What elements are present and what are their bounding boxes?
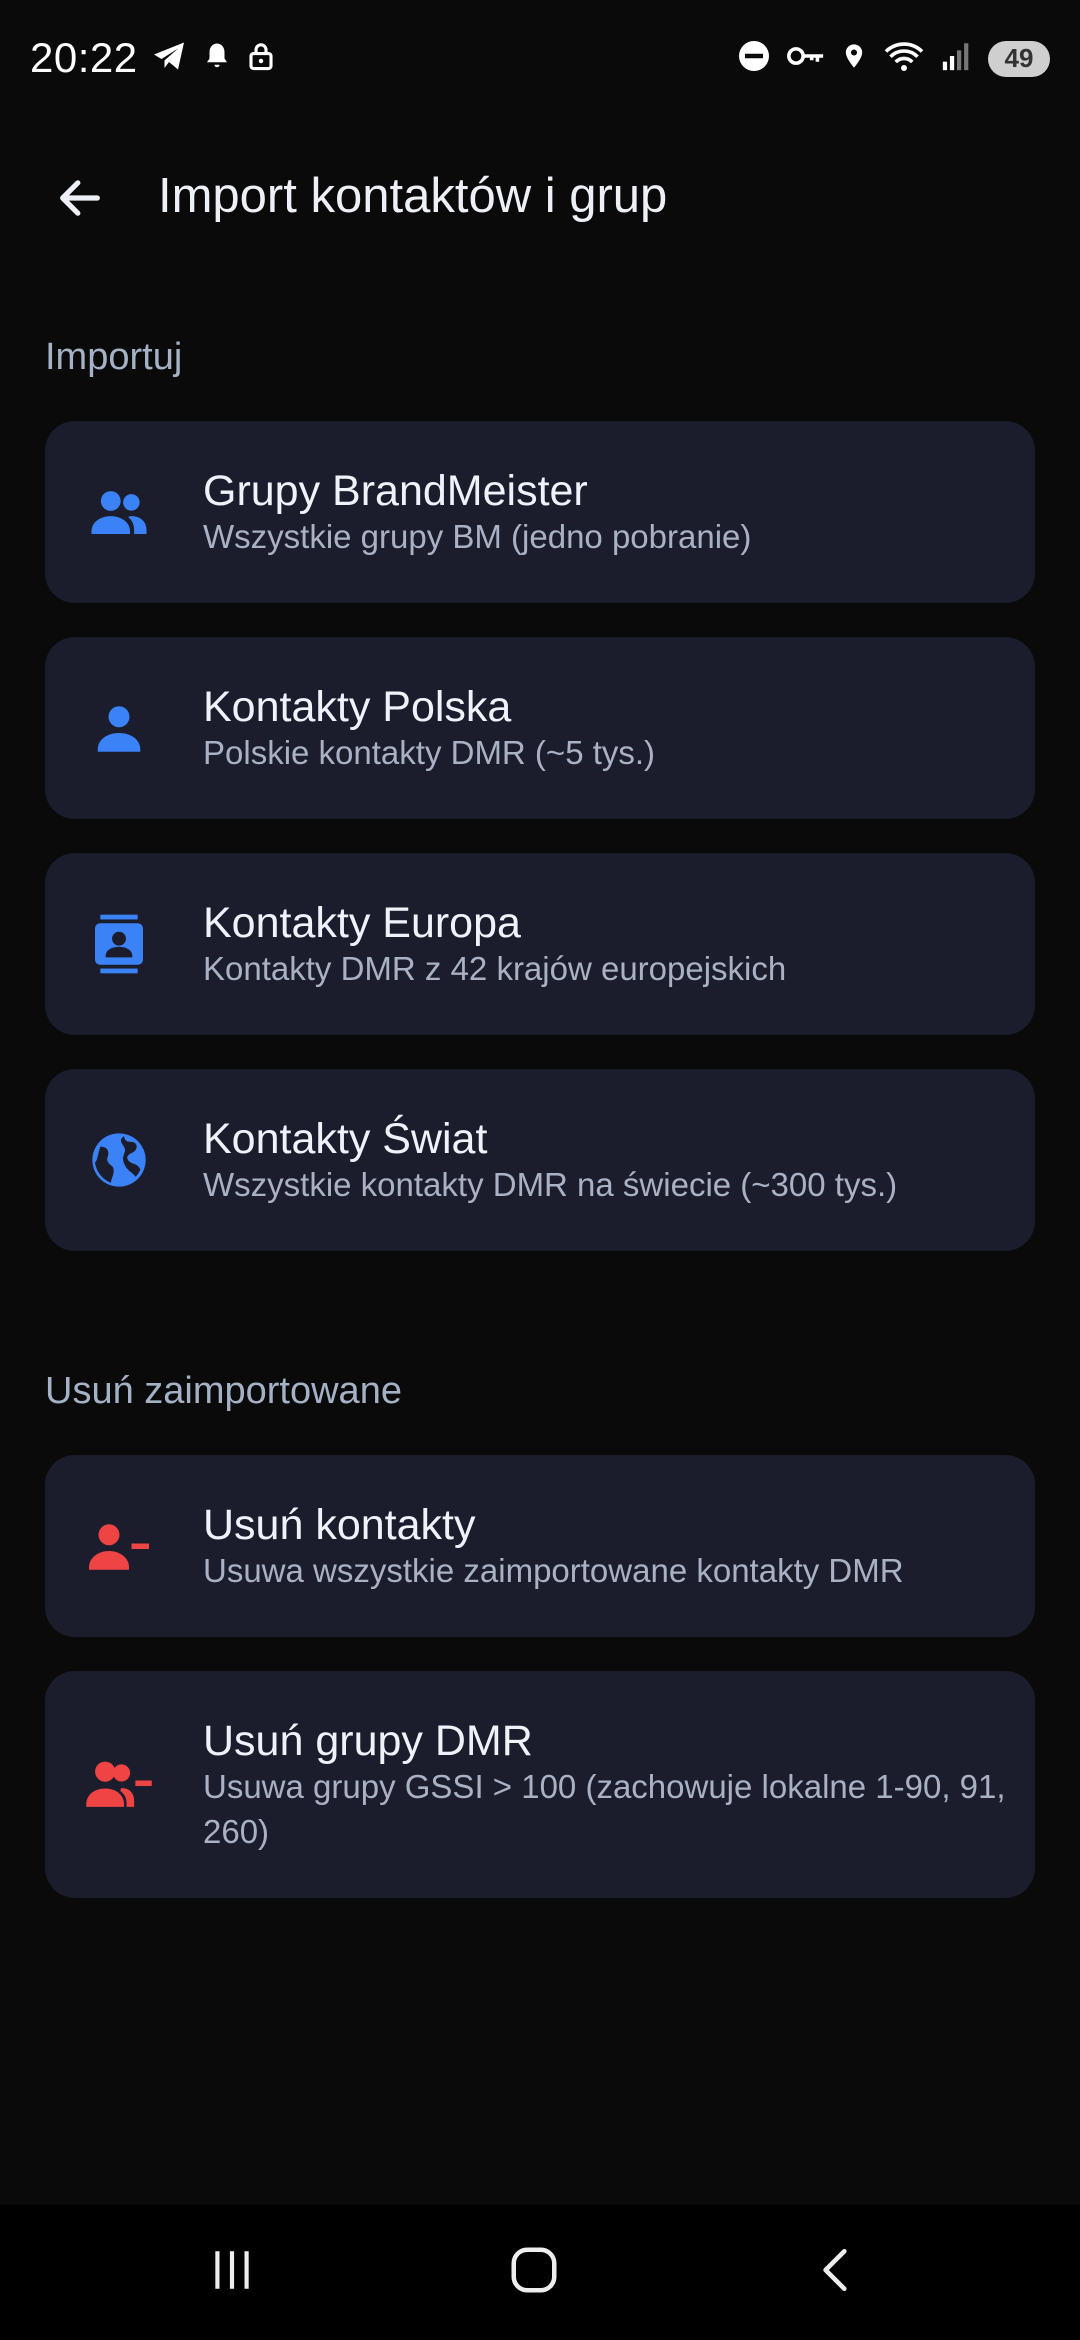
status-left-icons — [150, 38, 276, 79]
notification-bell-icon — [202, 38, 232, 79]
page-title: Import kontaktów i grup — [158, 169, 668, 223]
remove-dmr-groups-card[interactable]: Usuń grupy DMR Usuwa grupy GSSI > 100 (z… — [45, 1671, 1035, 1898]
import-contacts-europe-card[interactable]: Kontakty Europa Kontakty DMR z 42 krajów… — [45, 853, 1035, 1035]
card-subtitle: Wszystkie kontakty DMR na świecie (~300 … — [203, 1166, 898, 1203]
back-icon — [811, 2243, 861, 2302]
group-remove-icon — [85, 1749, 153, 1817]
remove-contacts-card[interactable]: Usuń kontakty Usuwa wszystkie zaimportow… — [45, 1455, 1035, 1637]
system-navigation-bar — [0, 2205, 1080, 2340]
card-title: Usuń kontakty — [203, 1501, 476, 1549]
person-remove-icon — [85, 1512, 153, 1580]
wifi-icon — [882, 38, 926, 79]
import-brandmeister-groups-card[interactable]: Grupy BrandMeister Wszystkie grupy BM (j… — [45, 421, 1035, 603]
contacts-card-icon — [85, 910, 153, 978]
card-subtitle: Wszystkie grupy BM (jedno pobranie) — [203, 518, 752, 555]
card-title: Grupy BrandMeister — [203, 467, 588, 515]
card-subtitle: Kontakty DMR z 42 krajów europejskich — [203, 950, 787, 987]
group-icon — [85, 478, 153, 546]
section-title-remove: Usuń zaimportowane — [45, 1370, 402, 1412]
status-time: 20:22 — [30, 34, 138, 81]
home-icon — [507, 2243, 561, 2302]
location-icon — [840, 38, 868, 79]
telegram-icon — [150, 38, 188, 79]
recent-apps-icon — [207, 2245, 257, 2300]
card-title: Kontakty Europa — [203, 899, 521, 947]
card-subtitle: Usuwa grupy GSSI > 100 (zachowuje lokaln… — [203, 1768, 1006, 1850]
battery-icon: 49 — [988, 40, 1050, 77]
do-not-disturb-icon — [736, 38, 772, 79]
recent-apps-button[interactable] — [132, 2205, 332, 2340]
card-subtitle: Polskie kontakty DMR (~5 tys.) — [203, 734, 656, 771]
person-icon — [85, 694, 153, 762]
lock-icon — [246, 38, 276, 79]
import-contacts-world-card[interactable]: Kontakty Świat Wszystkie kontakty DMR na… — [45, 1069, 1035, 1251]
card-title: Usuń grupy DMR — [203, 1717, 533, 1765]
app-bar: Import kontaktów i grup — [0, 130, 1080, 260]
status-bar: 20:22 49 — [0, 0, 1080, 120]
card-subtitle: Usuwa wszystkie zaimportowane kontakty D… — [203, 1552, 904, 1589]
vpn-key-icon — [786, 38, 826, 79]
nav-back-button[interactable] — [736, 2205, 936, 2340]
import-contacts-poland-card[interactable]: Kontakty Polska Polskie kontakty DMR (~5… — [45, 637, 1035, 819]
signal-icon — [940, 38, 974, 79]
globe-icon — [85, 1126, 153, 1194]
back-button[interactable] — [40, 160, 120, 240]
card-title: Kontakty Polska — [203, 683, 512, 731]
status-right-icons: 49 — [736, 38, 1050, 79]
home-button[interactable] — [434, 2205, 634, 2340]
arrow-back-icon — [54, 172, 106, 229]
card-title: Kontakty Świat — [203, 1115, 488, 1163]
section-title-import: Importuj — [45, 336, 183, 378]
